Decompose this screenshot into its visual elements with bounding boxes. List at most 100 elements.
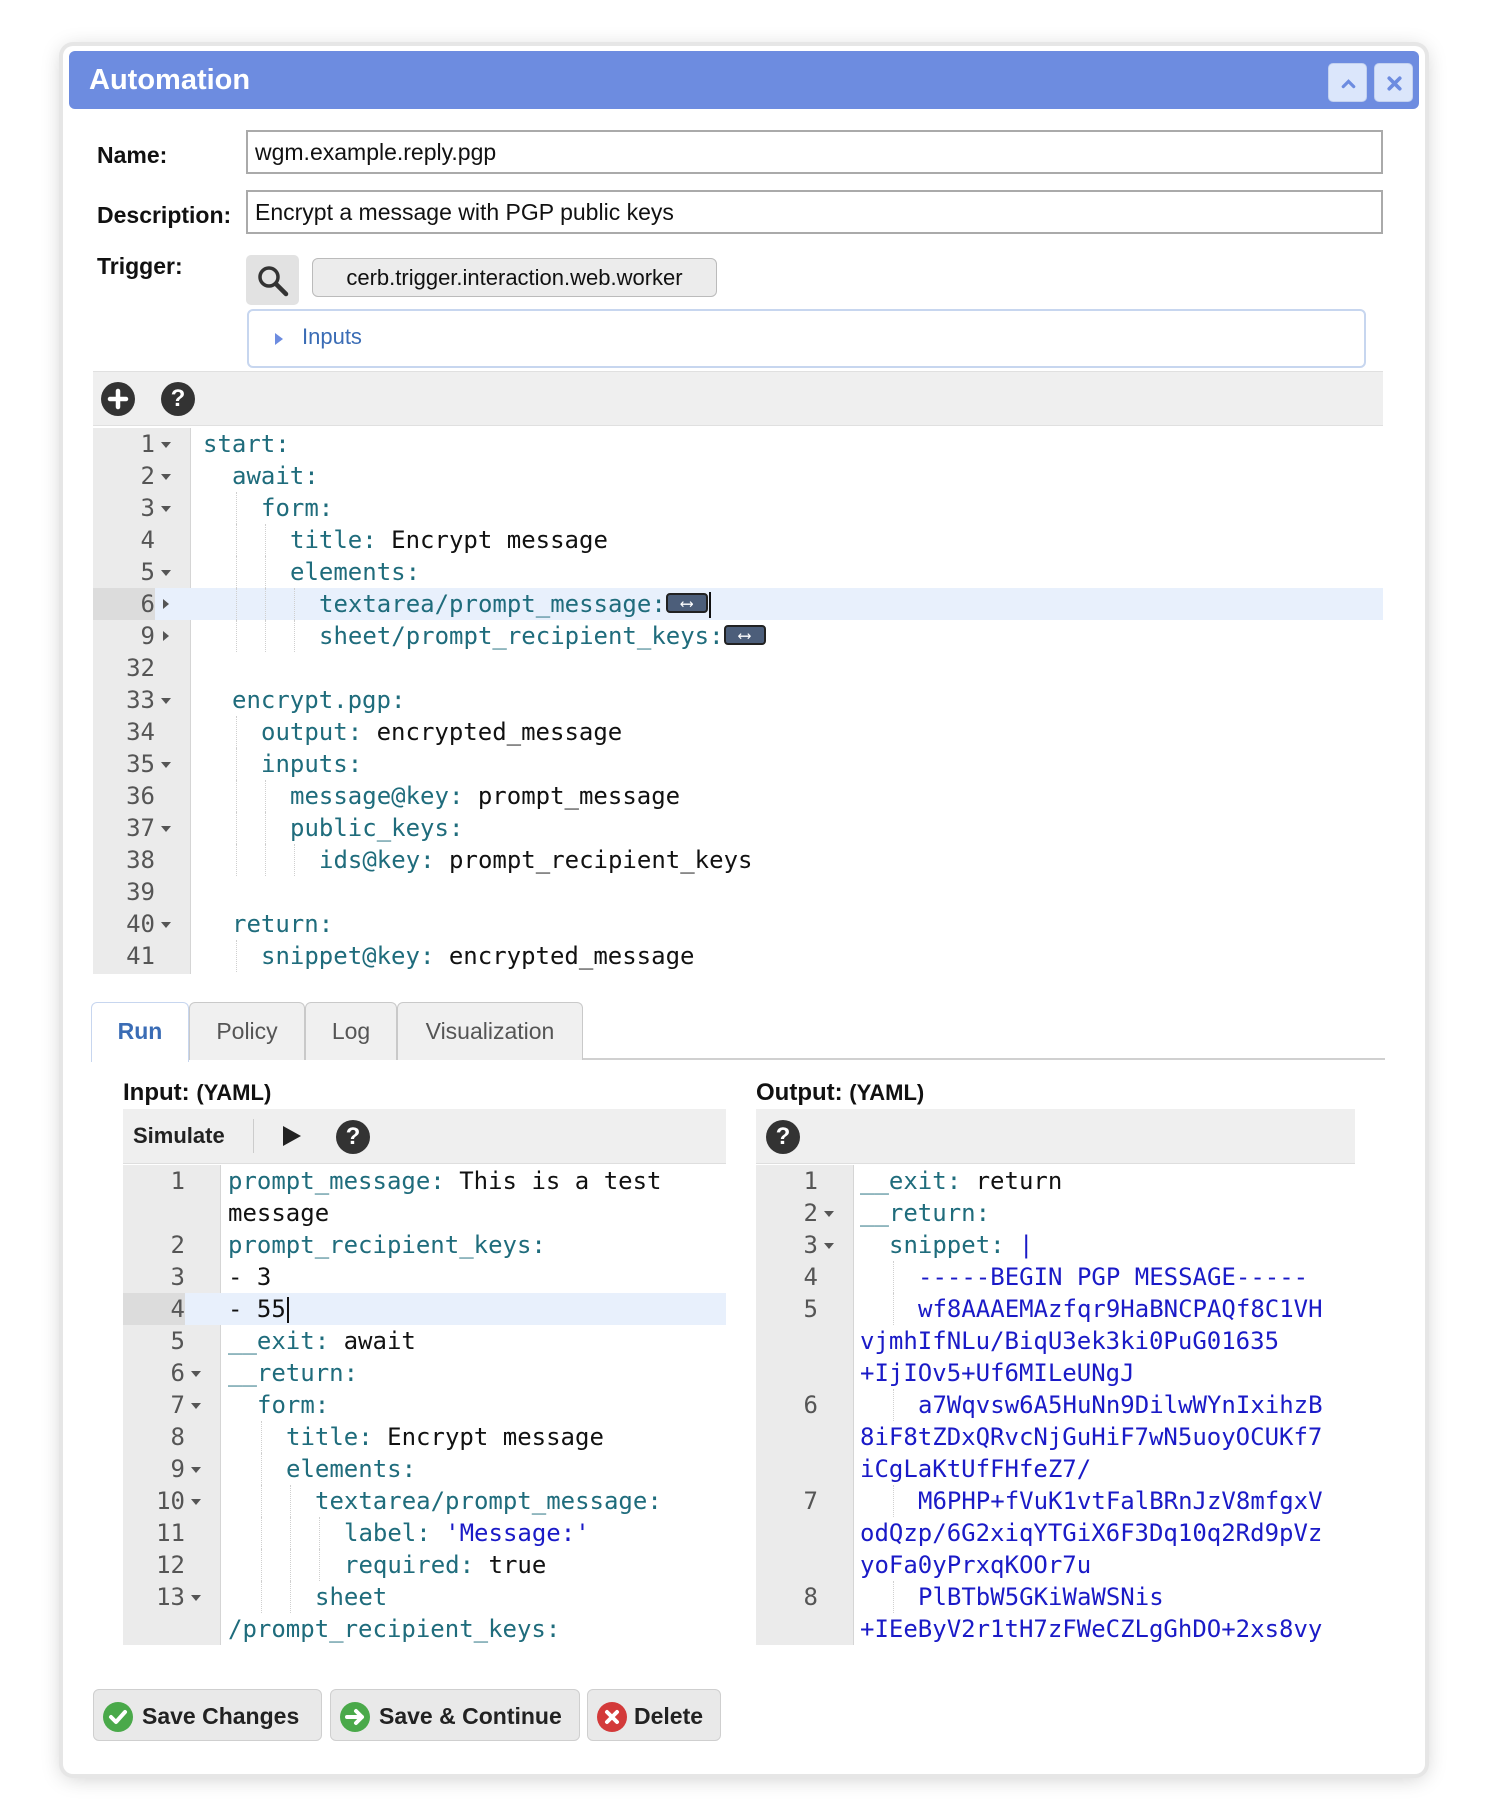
fold-open-icon[interactable]: [187, 1453, 203, 1485]
fold-open-icon[interactable]: [157, 492, 173, 524]
yaml-key: message@key:: [290, 782, 464, 810]
help-icon[interactable]: ?: [336, 1120, 370, 1154]
code-text: +IjIOv5+Uf6MILeUNgJ: [860, 1357, 1135, 1389]
fold-open-icon[interactable]: [157, 428, 173, 460]
code-line[interactable]: +IjIOv5+Uf6MILeUNgJ: [756, 1357, 1355, 1389]
fold-open-icon[interactable]: [157, 908, 173, 940]
code-line[interactable]: 13 sheet: [123, 1581, 726, 1613]
code-line[interactable]: 36 message@key: prompt_message: [93, 780, 1383, 812]
trigger-chip[interactable]: cerb.trigger.interaction.web.worker: [312, 258, 717, 297]
tab-policy[interactable]: Policy: [189, 1002, 305, 1060]
code-line[interactable]: 9 sheet/prompt_recipient_keys:: [93, 620, 1383, 652]
code-line[interactable]: 2 await:: [93, 460, 1383, 492]
tab-log[interactable]: Log: [305, 1002, 397, 1060]
yaml-value: await: [329, 1327, 416, 1355]
code-line[interactable]: 4 -----BEGIN PGP MESSAGE-----: [756, 1261, 1355, 1293]
code-line[interactable]: 34 output: encrypted_message: [93, 716, 1383, 748]
name-input[interactable]: wgm.example.reply.pgp: [246, 130, 1383, 174]
code-line[interactable]: 33 encrypt.pgp:: [93, 684, 1383, 716]
code-line[interactable]: 8 PlBTbW5GKiWaWSNis: [756, 1581, 1355, 1613]
tab-run[interactable]: Run: [91, 1002, 189, 1062]
fold-closed-icon[interactable]: [157, 588, 173, 620]
fold-open-icon[interactable]: [820, 1197, 836, 1229]
code-line[interactable]: +IEeByV2r1tH7zFWeCZLgGhDO+2xs8vy: [756, 1613, 1355, 1645]
code-line[interactable]: 9 elements:: [123, 1453, 726, 1485]
folded-block-icon[interactable]: [723, 620, 766, 652]
save-changes-button[interactable]: Save Changes: [93, 1689, 322, 1741]
code-line[interactable]: 10 textarea/prompt_message:: [123, 1485, 726, 1517]
inputs-fieldset[interactable]: Inputs: [247, 309, 1366, 368]
code-line[interactable]: 37 public_keys:: [93, 812, 1383, 844]
save-continue-button[interactable]: Save & Continue: [330, 1689, 580, 1741]
code-line[interactable]: 5 wf8AAAEMAzfqr9HaBNCPAQf8C1VH: [756, 1293, 1355, 1325]
code-line[interactable]: 2 prompt_recipient_keys:: [123, 1229, 726, 1261]
code-line[interactable]: 1 start:: [93, 428, 1383, 460]
code-line[interactable]: 3 form:: [93, 492, 1383, 524]
code-line[interactable]: 6 textarea/prompt_message:: [93, 588, 1383, 620]
code-line[interactable]: 1 __exit: return: [756, 1165, 1355, 1197]
code-line[interactable]: 7 form:: [123, 1389, 726, 1421]
code-line[interactable]: 8iF8tZDxQRvcNjGuHiF7wN5uoyOCUKf7: [756, 1421, 1355, 1453]
yaml-key: __exit:: [860, 1167, 962, 1195]
code-line[interactable]: 3 snippet: |: [756, 1229, 1355, 1261]
inputs-legend[interactable]: Inputs: [302, 324, 362, 350]
fold-open-icon[interactable]: [157, 748, 173, 780]
folded-block-icon[interactable]: [665, 588, 708, 620]
description-input[interactable]: Encrypt a message with PGP public keys: [246, 190, 1383, 234]
line-number: 2: [756, 1197, 818, 1229]
code-line[interactable]: 12 required: true: [123, 1549, 726, 1581]
code-line[interactable]: iCgLaKtUfFHfeZ7/: [756, 1453, 1355, 1485]
dialog-title: Automation: [89, 64, 251, 96]
output-editor[interactable]: 1 __exit: return 2 __return: 3 snippet: | 4 ---…: [756, 1165, 1355, 1645]
code-line[interactable]: 11 label: 'Message:': [123, 1517, 726, 1549]
fold-open-icon[interactable]: [157, 684, 173, 716]
code-line[interactable]: 7 M6PHP+fVuK1vtFalBRnJzV8mfgxV: [756, 1485, 1355, 1517]
fold-closed-icon[interactable]: [157, 620, 173, 652]
indent-guide: [261, 1581, 262, 1613]
code-line[interactable]: 35 inputs:: [93, 748, 1383, 780]
add-icon[interactable]: [101, 382, 135, 416]
code-line[interactable]: 41 snippet@key: encrypted_message: [93, 940, 1383, 972]
code-line[interactable]: odQzp/6G2xiqYTGiX6F3Dq10q2Rd9pVz: [756, 1517, 1355, 1549]
code-line[interactable]: 4 title: Encrypt message: [93, 524, 1383, 556]
tab-visualization[interactable]: Visualization: [397, 1002, 583, 1060]
fold-open-icon[interactable]: [157, 460, 173, 492]
collapse-button[interactable]: [1328, 63, 1367, 102]
code-text: yoFa0yPrxqKOOr7u: [860, 1549, 1091, 1581]
code-line[interactable]: 32: [93, 652, 1383, 684]
delete-button[interactable]: Delete: [587, 1689, 721, 1741]
yaml-string: PlBTbW5GKiWaWSNis: [918, 1583, 1164, 1611]
line-number: 2: [123, 1229, 185, 1261]
fold-open-icon[interactable]: [157, 556, 173, 588]
code-line[interactable]: /prompt_recipient_keys:: [123, 1613, 726, 1645]
code-line[interactable]: 6 __return:: [123, 1357, 726, 1389]
script-editor[interactable]: 1 start: 2 await: 3 form: 4 title: Encrypt mess…: [93, 428, 1383, 974]
code-line[interactable]: 6 a7Wqvsw6A5HuNn9DilwWYnIxihzB: [756, 1389, 1355, 1421]
code-line[interactable]: 5 elements:: [93, 556, 1383, 588]
fold-open-icon[interactable]: [157, 812, 173, 844]
input-editor[interactable]: 1 prompt_message: This is a test message 2 p…: [123, 1165, 726, 1645]
code-line[interactable]: 5 __exit: await: [123, 1325, 726, 1357]
code-line[interactable]: 39: [93, 876, 1383, 908]
fold-open-icon[interactable]: [820, 1229, 836, 1261]
help-icon[interactable]: ?: [766, 1120, 800, 1154]
fold-open-icon[interactable]: [187, 1485, 203, 1517]
help-icon[interactable]: ?: [161, 382, 195, 416]
fold-open-icon[interactable]: [187, 1581, 203, 1613]
code-line[interactable]: 3 - 3: [123, 1261, 726, 1293]
code-line[interactable]: 2 __return:: [756, 1197, 1355, 1229]
code-text: __return:: [228, 1357, 358, 1389]
code-line[interactable]: yoFa0yPrxqKOOr7u: [756, 1549, 1355, 1581]
fold-open-icon[interactable]: [187, 1357, 203, 1389]
code-line[interactable]: message: [123, 1197, 726, 1229]
code-line[interactable]: vjmhIfNLu/BiqU3ek3ki0PuG01635: [756, 1325, 1355, 1357]
fold-open-icon[interactable]: [187, 1389, 203, 1421]
code-line[interactable]: 38 ids@key: prompt_recipient_keys: [93, 844, 1383, 876]
code-line[interactable]: 4 - 55: [123, 1293, 726, 1325]
close-button[interactable]: [1374, 63, 1413, 102]
code-line[interactable]: 40 return:: [93, 908, 1383, 940]
trigger-search-button[interactable]: [246, 255, 299, 305]
play-icon[interactable]: [281, 1124, 303, 1148]
code-line[interactable]: 8 title: Encrypt message: [123, 1421, 726, 1453]
code-line[interactable]: 1 prompt_message: This is a test: [123, 1165, 726, 1197]
